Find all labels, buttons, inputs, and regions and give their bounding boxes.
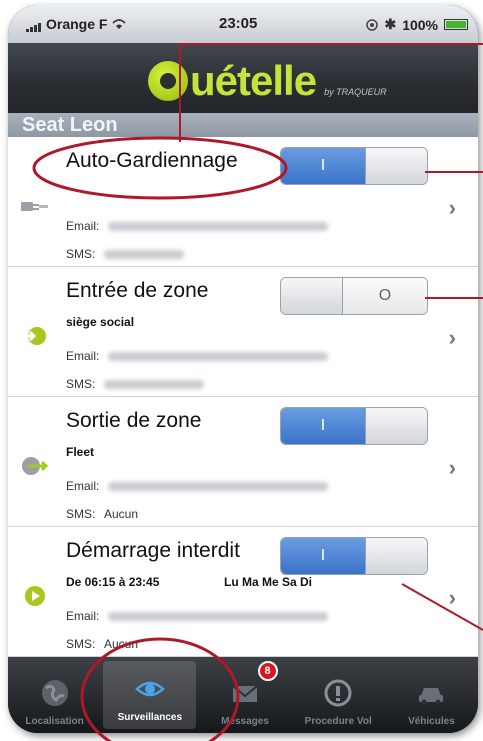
tab-label: Messages [221, 716, 269, 727]
status-right: ✱ 100% [366, 16, 468, 33]
chevron-right-icon: › [448, 195, 456, 220]
alert-icon [324, 679, 352, 707]
row-title: Sortie de zone [66, 409, 202, 432]
clock: 23:05 [219, 15, 258, 32]
play-icon [25, 586, 45, 606]
time-range: De 06:15 à 23:45 [66, 575, 160, 589]
sms-value-redacted [104, 380, 204, 389]
sms-label: SMS: [66, 377, 96, 391]
chevron-right-icon: › [448, 585, 456, 610]
exit-zone-icon [22, 457, 49, 475]
email-value-redacted [108, 612, 328, 621]
envelope-icon [232, 685, 258, 702]
enter-zone-icon [22, 327, 46, 345]
carrier: Orange F [26, 16, 127, 32]
logo-text: uételle [190, 57, 317, 104]
app-header: uételle by TRAQUEUR [8, 43, 478, 113]
switch-on-label: I [281, 148, 365, 184]
email-label: Email: [66, 479, 100, 493]
status-bar: Orange F 23:05 ✱ 100% [8, 5, 478, 43]
zone-name: siège social [66, 315, 135, 329]
tab-procedure-vol[interactable]: Procedure Vol [292, 657, 385, 733]
tab-bar: Localisation Surveillances 8 Messages Pr… [8, 657, 478, 733]
chevron-right-icon: › [448, 455, 456, 480]
tab-vehicules[interactable]: Véhicules [385, 657, 478, 733]
tab-label: Véhicules [408, 716, 455, 727]
car-icon [419, 688, 444, 705]
switch-on-label: I [281, 538, 365, 574]
row-title: Démarrage interdit [66, 539, 240, 562]
surveillance-list: Auto-Gardiennage I Email: SMS: › Entrée … [8, 137, 478, 657]
tab-messages[interactable]: 8 Messages [198, 657, 291, 733]
email-label: Email: [66, 219, 100, 233]
app-logo: uételle by TRAQUEUR [148, 55, 387, 105]
chevron-right-icon: › [448, 325, 456, 350]
list-item[interactable]: Auto-Gardiennage I Email: SMS: › [8, 137, 478, 267]
entree-zone-switch[interactable]: O [280, 277, 428, 315]
plug-icon [21, 202, 48, 211]
sms-value-redacted [104, 250, 184, 259]
tab-label: Surveillances [117, 712, 183, 723]
switch-knob [365, 538, 427, 574]
battery-icon [444, 19, 468, 30]
list-item[interactable]: Entrée de zone O siège social Email: SMS… [8, 267, 478, 397]
carrier-name: Orange F [46, 16, 108, 32]
switch-on-label: I [281, 408, 365, 444]
sms-value: Aucun [104, 507, 139, 521]
switch-knob [365, 148, 427, 184]
sms-value: Aucun [104, 637, 139, 651]
wifi-icon [112, 19, 127, 29]
switch-off-label: O [343, 278, 427, 314]
tab-surveillances[interactable]: Surveillances [103, 661, 197, 729]
demarrage-interdit-switch[interactable]: I [280, 537, 428, 575]
tab-localisation[interactable]: Localisation [8, 657, 101, 733]
switch-knob [365, 408, 427, 444]
sms-label: SMS: [66, 507, 96, 521]
row-title: Auto-Gardiennage [66, 149, 238, 172]
phone-screen: Orange F 23:05 ✱ 100% uételle by TRAQUEU… [8, 5, 478, 733]
bluetooth-icon: ✱ [384, 16, 397, 32]
email-value-redacted [108, 222, 328, 231]
lock-rotation-icon [366, 18, 379, 31]
row-title: Entrée de zone [66, 279, 209, 302]
badge: 8 [257, 661, 278, 681]
email-label: Email: [66, 349, 100, 363]
list-item[interactable]: Sortie de zone I Fleet Email: SMS: Aucun… [8, 397, 478, 527]
list-item[interactable]: Démarrage interdit I De 06:15 à 23:45 Lu… [8, 527, 478, 657]
logo-o-icon [148, 61, 188, 101]
battery-percent: 100% [402, 16, 438, 33]
switch-knob [281, 278, 343, 314]
eye-icon [134, 681, 165, 697]
tab-label: Procedure Vol [304, 716, 372, 727]
email-label: Email: [66, 609, 100, 623]
tab-label: Localisation [25, 716, 84, 727]
sms-label: SMS: [66, 637, 96, 651]
days: Lu Ma Me Sa Di [224, 575, 313, 589]
email-value-redacted [108, 482, 328, 491]
vehicle-section-title: Seat Leon [8, 113, 478, 137]
auto-gardiennage-switch[interactable]: I [280, 147, 428, 185]
sortie-zone-switch[interactable]: I [280, 407, 428, 445]
zone-name: Fleet [66, 445, 95, 459]
email-value-redacted [108, 352, 328, 361]
logo-byline: by TRAQUEUR [324, 87, 387, 97]
globe-icon [41, 680, 68, 706]
signal-icon [26, 16, 42, 32]
sms-label: SMS: [66, 247, 96, 261]
